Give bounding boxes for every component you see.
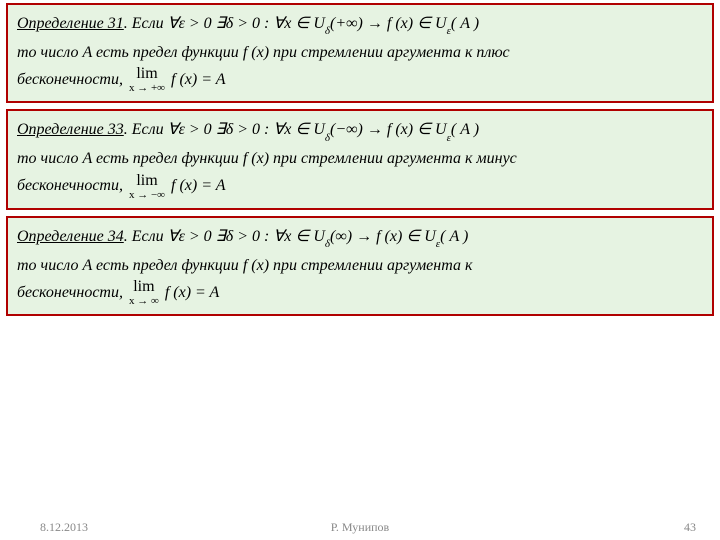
definition-box-34: Определение 34. Если ∀ε > 0 ∃δ > 0 : ∀x … <box>6 216 714 316</box>
limit-of-func: предел функции <box>133 150 239 167</box>
lim-expression: lim x → ∞ <box>129 279 159 307</box>
def-line3: бесконечности, lim x → ∞ f (x) = A <box>17 279 703 307</box>
def-title: Определение 34 <box>17 228 124 245</box>
phrase: при стремлении аргумента к минус <box>273 150 517 167</box>
def-line1: Определение 34. Если ∀ε > 0 ∃δ > 0 : ∀x … <box>17 223 703 252</box>
lim-sub: x → −∞ <box>129 190 165 201</box>
line2a: то число A есть <box>17 150 133 167</box>
def-line2: то число A есть предел функции f (x) при… <box>17 252 703 279</box>
def-line3: бесконечности, lim x → +∞ f (x) = A <box>17 66 703 94</box>
after-u: ( A ) <box>451 15 479 32</box>
def-intro: . Если <box>124 121 164 138</box>
delta-sub: δ <box>325 25 330 37</box>
def-title: Определение 31 <box>17 15 124 32</box>
cond-text: ∀ε > 0 ∃δ > 0 : ∀x ∈ U <box>168 228 325 245</box>
cond-text: ∀ε > 0 ∃δ > 0 : ∀x ∈ U <box>168 121 325 138</box>
lim-rhs: f (x) = A <box>171 71 225 88</box>
phrase: при стремлении аргумента к плюс <box>273 44 510 61</box>
def-condition: ∀ε > 0 ∃δ > 0 : ∀x ∈ Uδ(−∞) → f (x) ∈ Uε… <box>168 121 479 138</box>
neigh-arg: (+∞) → f (x) ∈ U <box>330 15 447 32</box>
def-line2: то число A есть предел функции f (x) при… <box>17 39 703 66</box>
fx: f (x) <box>239 150 273 167</box>
lim-sub: x → +∞ <box>129 83 165 94</box>
phrase: при стремлении аргумента к <box>273 257 472 274</box>
def-condition: ∀ε > 0 ∃δ > 0 : ∀x ∈ Uδ(+∞) → f (x) ∈ Uε… <box>168 15 479 32</box>
line3a: бесконечности <box>17 177 119 194</box>
slide-page: Определение 31. Если ∀ε > 0 ∃δ > 0 : ∀x … <box>0 3 720 540</box>
eps-sub: ε <box>447 132 451 144</box>
comma: , <box>119 71 127 88</box>
lim-word: lim <box>129 173 165 189</box>
neigh-arg: (∞) → f (x) ∈ U <box>330 228 436 245</box>
footer-page-number: 43 <box>684 520 696 535</box>
cond-text: ∀ε > 0 ∃δ > 0 : ∀x ∈ U <box>168 15 325 32</box>
lim-word: lim <box>129 279 159 295</box>
comma: , <box>119 284 127 301</box>
delta-sub: δ <box>325 132 330 144</box>
def-line1: Определение 31. Если ∀ε > 0 ∃δ > 0 : ∀x … <box>17 10 703 39</box>
lim-sub: x → ∞ <box>129 296 159 307</box>
after-u: ( A ) <box>451 121 479 138</box>
def-line3: бесконечности, lim x → −∞ f (x) = A <box>17 172 703 200</box>
neigh-arg: (−∞) → f (x) ∈ U <box>330 121 447 138</box>
def-intro: . Если <box>124 228 164 245</box>
definition-box-31: Определение 31. Если ∀ε > 0 ∃δ > 0 : ∀x … <box>6 3 714 103</box>
def-line1: Определение 33. Если ∀ε > 0 ∃δ > 0 : ∀x … <box>17 116 703 145</box>
def-line2: то число A есть предел функции f (x) при… <box>17 145 703 172</box>
footer-author: Р. Мунипов <box>0 520 720 535</box>
definition-box-33: Определение 33. Если ∀ε > 0 ∃δ > 0 : ∀x … <box>6 109 714 209</box>
comma: , <box>119 177 127 194</box>
line3a: бесконечности <box>17 71 119 88</box>
def-condition: ∀ε > 0 ∃δ > 0 : ∀x ∈ Uδ(∞) → f (x) ∈ Uε(… <box>168 228 469 245</box>
lim-rhs: f (x) = A <box>165 284 219 301</box>
limit-of-func: предел функции <box>133 44 239 61</box>
def-intro: . Если <box>124 15 164 32</box>
limit-of-func: предел функции <box>133 257 239 274</box>
fx: f (x) <box>239 44 273 61</box>
lim-expression: lim x → −∞ <box>129 173 165 201</box>
line2a: то число A есть <box>17 257 133 274</box>
after-u: ( A ) <box>440 228 468 245</box>
delta-sub: δ <box>325 238 330 250</box>
eps-sub: ε <box>436 238 440 250</box>
fx: f (x) <box>239 257 273 274</box>
lim-word: lim <box>129 66 165 82</box>
lim-expression: lim x → +∞ <box>129 66 165 94</box>
def-title: Определение 33 <box>17 121 124 138</box>
lim-rhs: f (x) = A <box>171 177 225 194</box>
eps-sub: ε <box>447 25 451 37</box>
line2a: то число A есть <box>17 44 133 61</box>
line3a: бесконечности <box>17 284 119 301</box>
